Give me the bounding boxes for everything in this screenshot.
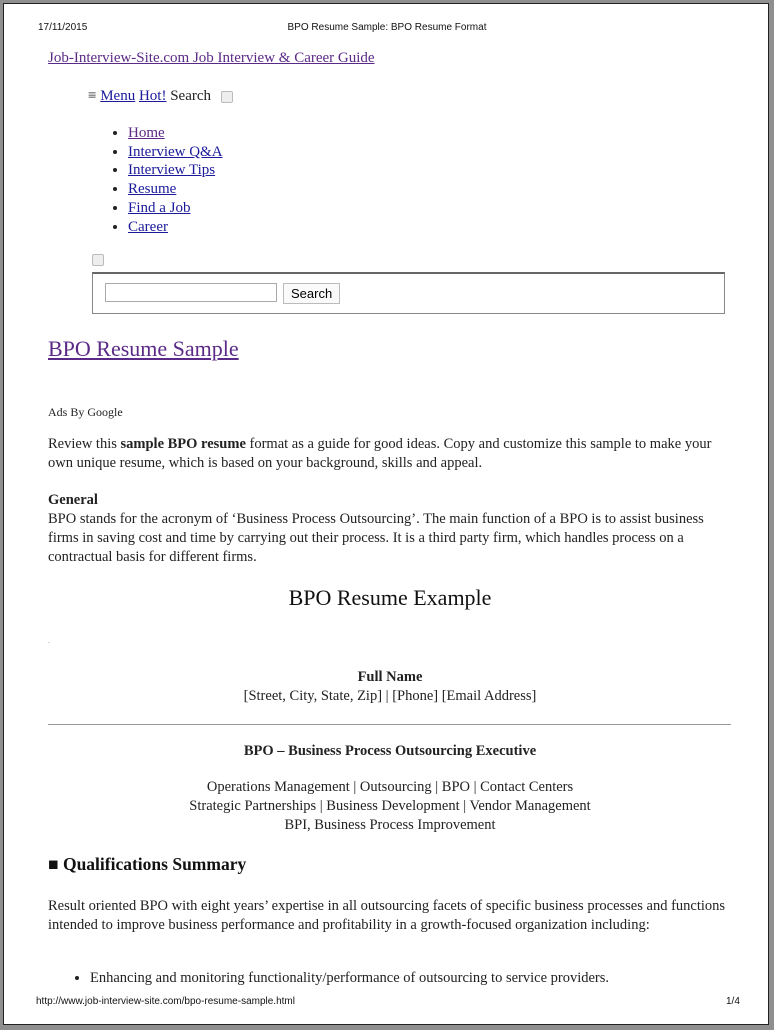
nav-link[interactable]: Interview Tips	[128, 162, 215, 178]
skills-line: Strategic Partnerships | Business Develo…	[189, 798, 591, 814]
square-bullet-icon: ■	[48, 854, 59, 874]
nav-item-find-a-job: Find a Job	[128, 199, 223, 218]
intro-text: Review this	[48, 436, 121, 452]
hot-link[interactable]: Hot!	[139, 88, 167, 104]
page-title[interactable]: BPO Resume Sample	[48, 336, 239, 362]
search-input[interactable]	[105, 283, 277, 302]
nav-link[interactable]: Resume	[128, 181, 176, 197]
skills-line: Operations Management | Outsourcing | BP…	[206, 779, 574, 795]
print-url: http://www.job-interview-site.com/bpo-re…	[36, 996, 295, 1007]
general-section: General BPO stands for the acronym of ‘B…	[48, 491, 738, 567]
list-item: Enhancing and monitoring functionality/p…	[90, 969, 609, 988]
intro-paragraph: Review this sample BPO resume format as …	[48, 435, 738, 473]
general-text: BPO stands for the acronym of ‘Business …	[48, 511, 704, 565]
nav-link[interactable]: Career	[128, 219, 168, 235]
main-nav: Home Interview Q&A Interview Tips Resume…	[100, 124, 223, 236]
nav-item-career: Career	[128, 218, 223, 237]
role-title: BPO – Business Process Outsourcing Execu…	[243, 743, 537, 759]
nav-item-interview-tips: Interview Tips	[128, 161, 223, 180]
nav-toggle-checkbox[interactable]	[92, 254, 104, 266]
nav-item-interview-qa: Interview Q&A	[128, 143, 223, 162]
print-title: BPO Resume Sample: BPO Resume Format	[287, 22, 487, 33]
example-heading: BPO Resume Example	[288, 585, 492, 610]
site-home-link[interactable]: Job-Interview-Site.com Job Interview & C…	[48, 50, 375, 67]
qualifications-heading-text: Qualifications Summary	[62, 854, 247, 874]
menu-link[interactable]: Menu	[100, 88, 135, 104]
skills-block: Operations Management | Outsourcing | BP…	[48, 778, 732, 835]
search-button[interactable]: Search	[283, 283, 341, 304]
contact-line: [Street, City, State, Zip] | [Phone] [Em…	[243, 688, 537, 704]
nav-link[interactable]: Home	[128, 125, 165, 141]
nav-link[interactable]: Interview Q&A	[128, 144, 223, 160]
ads-label: Ads By Google	[48, 405, 123, 419]
stray-dot: .	[48, 636, 50, 645]
general-heading: General	[48, 492, 98, 508]
skills-line: BPI, Business Process Improvement	[284, 817, 496, 833]
divider	[48, 724, 731, 725]
qualifications-heading: ■ Qualifications Summary	[48, 854, 246, 875]
nav-item-home: Home	[128, 124, 223, 143]
intro-bold: sample BPO resume	[120, 436, 246, 452]
search-toggle-checkbox[interactable]	[220, 90, 233, 103]
qualifications-text: Result oriented BPO with eight years’ ex…	[48, 898, 726, 933]
page-number: 1/4	[726, 996, 740, 1007]
search-box: Search	[92, 272, 725, 314]
qualifications-list: Enhancing and monitoring functionality/p…	[48, 969, 609, 988]
search-label: Search	[170, 88, 212, 104]
top-nav: ≡ Menu Hot! Search	[88, 88, 233, 105]
full-name: Full Name	[357, 669, 423, 685]
menu-icon: ≡	[88, 88, 97, 104]
nav-item-resume: Resume	[128, 180, 223, 199]
nav-link[interactable]: Find a Job	[128, 200, 191, 216]
print-page: 17/11/2015 BPO Resume Sample: BPO Resume…	[3, 3, 769, 1025]
